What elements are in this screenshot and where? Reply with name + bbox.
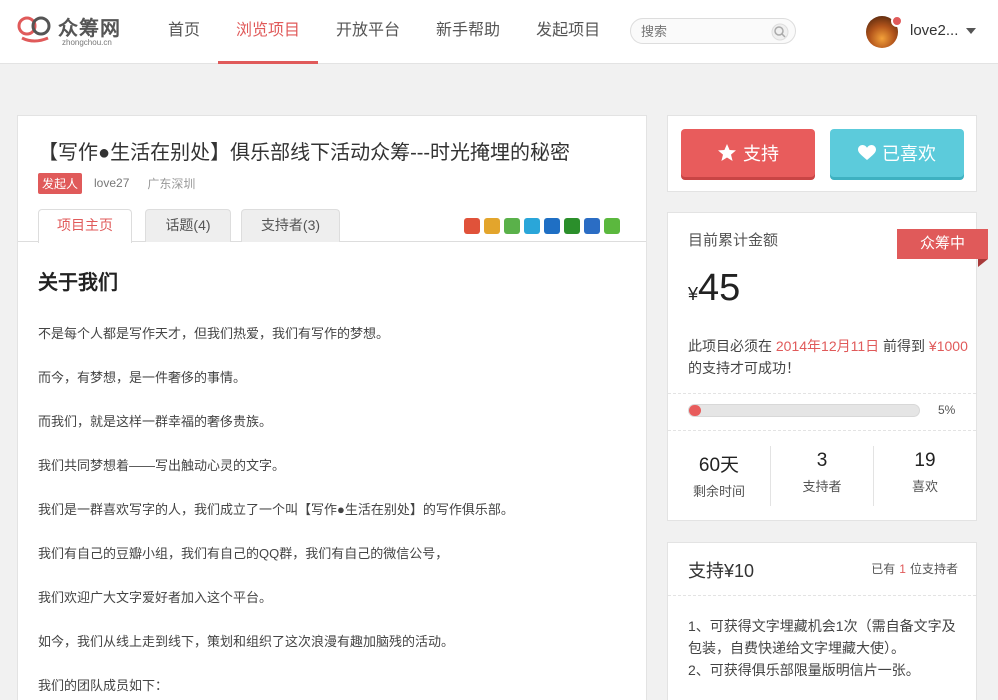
- progress-percent: 5%: [938, 403, 956, 417]
- divider: [668, 393, 976, 394]
- funding-stats: 目前累计金额 众筹中 ¥45 此项目必须在 2014年12月11日 前得到 ¥1…: [667, 212, 988, 521]
- note-text: 的支持才可成功！: [688, 360, 800, 376]
- nav-open-platform[interactable]: 开放平台: [318, 0, 418, 64]
- avatar[interactable]: [866, 15, 903, 48]
- kaixin-icon[interactable]: [524, 218, 540, 234]
- username[interactable]: love2...: [910, 22, 958, 39]
- weibo-icon[interactable]: [464, 218, 480, 234]
- reward-tier[interactable]: 支持¥10 已有 1 位支持者 1、可获得文字埋藏机会1次（需自备文字及包装，自费快…: [667, 542, 977, 700]
- paragraph: 不是每个人都是写作天才，但我们热爱，我们有写作的梦想。: [38, 326, 390, 341]
- tier-title: 支持¥10: [688, 561, 755, 581]
- share-icons: [464, 218, 624, 234]
- initiator-badge: 发起人: [38, 172, 83, 194]
- progress-fill: [689, 405, 701, 416]
- notification-dot-icon: [891, 15, 903, 27]
- stat-likes: 19 喜欢: [874, 446, 976, 506]
- initiator-name[interactable]: love27: [94, 176, 129, 190]
- stat-supporters: 3 支持者: [771, 446, 874, 506]
- site-logo[interactable]: 众筹网 zhongchou.cn: [16, 10, 136, 50]
- divider: [668, 595, 976, 596]
- logo-subtext: zhongchou.cn: [62, 38, 112, 47]
- stat-label: 喜欢: [911, 479, 938, 494]
- stat-label: 支持者: [802, 479, 842, 494]
- heart-icon: [858, 145, 876, 160]
- total-amount: ¥45: [688, 267, 740, 310]
- tier-reward-item: 1、可获得文字埋藏机会1次（需自备文字及包装，自费快递给文字埋藏大使）。: [688, 618, 956, 656]
- stat-label: 剩余时间: [692, 484, 745, 499]
- logo-rings-icon: [17, 16, 51, 43]
- stat-value: 19: [914, 450, 936, 471]
- message-icon[interactable]: [504, 218, 520, 234]
- total-amount-label: 目前累计金额: [688, 232, 779, 249]
- tier-reward-item: 2、可获得俱乐部限量版明信片一张。: [688, 662, 920, 678]
- project-meta: 发起人 love27 广东深圳: [38, 172, 196, 194]
- tier-description: 1、可获得文字埋藏机会1次（需自备文字及包装，自费快递给文字埋藏大使）。 2、可…: [688, 615, 968, 681]
- chevron-down-icon[interactable]: [966, 28, 976, 34]
- note-text: 前得到: [883, 338, 926, 354]
- star-icon: [718, 144, 736, 161]
- currency-symbol: ¥: [688, 284, 699, 304]
- project-main-card: 【写作●生活在别处】俱乐部线下活动众筹---时光掩埋的秘密 发起人 love27…: [17, 115, 647, 700]
- paragraph: 而今，有梦想，是一件奢侈的事情。: [38, 370, 247, 385]
- renren-icon[interactable]: [484, 218, 500, 234]
- logo-text: 众筹网: [58, 18, 121, 40]
- support-button-label: 支持: [743, 144, 779, 164]
- nav-browse-projects[interactable]: 浏览项目: [218, 0, 319, 64]
- count-text: 位支持者: [909, 562, 958, 576]
- top-header: 众筹网 zhongchou.cn 首页 浏览项目 开放平台 新手帮助 发起项目 …: [0, 0, 998, 64]
- tab-project-home[interactable]: 项目主页: [38, 209, 132, 243]
- support-button[interactable]: 支持: [681, 129, 815, 177]
- note-text: 此项目必须在: [688, 338, 772, 354]
- divider: [668, 430, 976, 431]
- status-badge: 众筹中: [897, 229, 988, 267]
- tier-supporter-count: 已有 1 位支持者: [871, 560, 958, 577]
- paragraph: 我们欢迎广大文字爱好者加入这个平台。: [38, 590, 273, 605]
- stat-value: 60天: [698, 455, 740, 476]
- liked-button[interactable]: 已喜欢: [830, 129, 964, 177]
- stats-cells: 60天 剩余时间 3 支持者 19 喜欢: [668, 446, 976, 506]
- stat-remaining-time: 60天 剩余时间: [668, 446, 771, 506]
- paragraph: 我们共同梦想着——写出触动心灵的文字。: [38, 458, 286, 473]
- amount-value: 45: [698, 267, 741, 309]
- paragraph: 我们有自己的豆瓣小组，我们有自己的QQ群，我们有自己的微信公号，: [38, 546, 449, 561]
- section-heading: 关于我们: [38, 272, 118, 294]
- person-icon[interactable]: [584, 218, 600, 234]
- target-amount: ¥1000: [928, 338, 968, 354]
- count-value: 1: [899, 562, 906, 576]
- search-icon[interactable]: [771, 23, 789, 41]
- nav-help[interactable]: 新手帮助: [418, 0, 518, 64]
- search-input[interactable]: [631, 19, 761, 43]
- douban-icon[interactable]: [564, 218, 580, 234]
- progress-bar: [688, 404, 920, 417]
- nav-start-project[interactable]: 发起项目: [518, 0, 618, 64]
- paragraph: 我们是一群喜欢写字的人，我们成立了一个叫【写作●生活在别处】的写作俱乐部。: [38, 502, 514, 517]
- deadline-date: 2014年12月11日: [775, 338, 880, 354]
- main-nav: 首页 浏览项目 开放平台 新手帮助 发起项目: [150, 0, 618, 64]
- qq-icon[interactable]: [544, 218, 560, 234]
- action-box: 支持 已喜欢: [667, 115, 977, 192]
- project-title: 【写作●生活在别处】俱乐部线下活动众筹---时光掩埋的秘密: [38, 142, 571, 164]
- funding-goal-note: 此项目必须在 2014年12月11日 前得到 ¥1000 的支持才可成功！: [688, 335, 968, 379]
- project-description: 关于我们 不是每个人都是写作天才，但我们热爱，我们有写作的梦想。 而今，有梦想，…: [38, 266, 628, 700]
- search-box: [630, 18, 796, 44]
- liked-button-label: 已喜欢: [882, 144, 936, 164]
- plus-icon[interactable]: [604, 218, 620, 234]
- stat-value: 3: [816, 450, 828, 471]
- paragraph: 我们的团队成员如下：: [38, 678, 169, 693]
- nav-home[interactable]: 首页: [150, 0, 218, 64]
- tab-topics[interactable]: 话题(4): [145, 209, 231, 242]
- count-text: 已有: [871, 562, 896, 576]
- tab-supporters[interactable]: 支持者(3): [241, 209, 340, 242]
- paragraph: 而我们，就是这样一群幸福的奢侈贵族。: [38, 414, 273, 429]
- project-location: 广东深圳: [147, 176, 196, 191]
- project-tabs: 项目主页 话题(4) 支持者(3): [18, 209, 646, 243]
- paragraph: 如今，我们从线上走到线下，策划和组织了这次浪漫有趣加脑残的活动。: [38, 634, 455, 649]
